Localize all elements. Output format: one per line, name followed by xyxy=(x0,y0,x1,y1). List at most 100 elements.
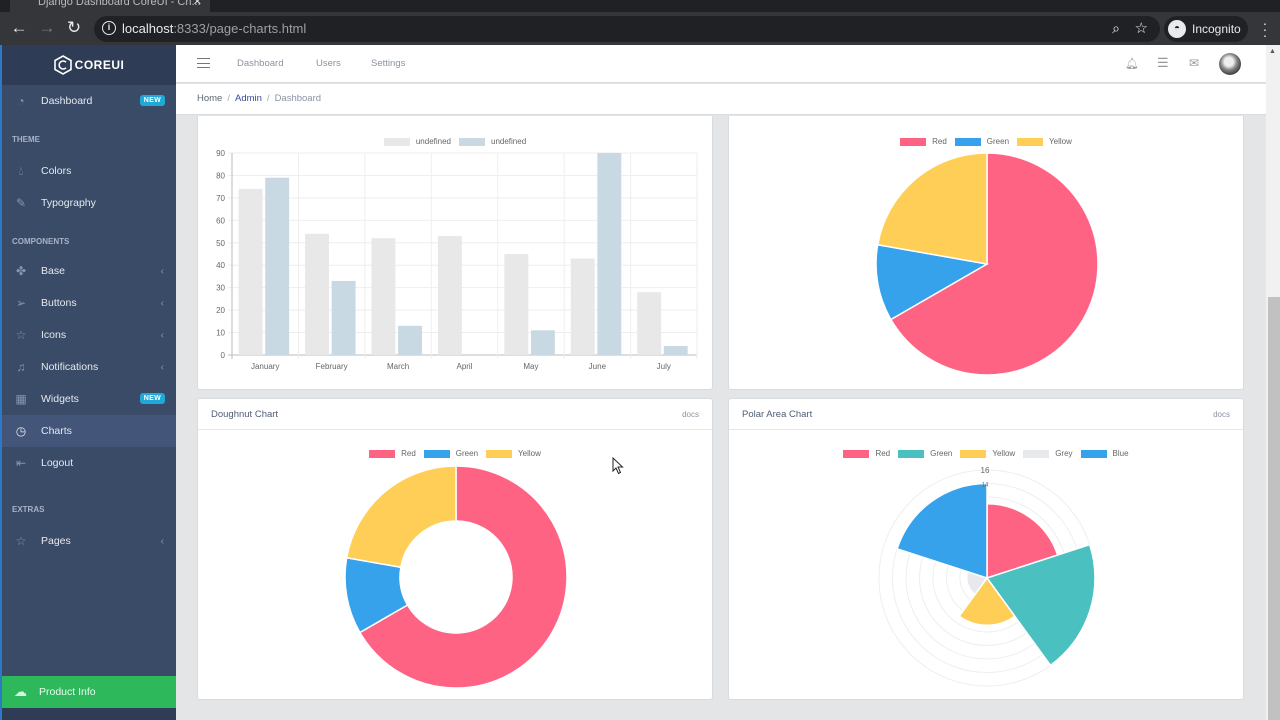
site-info-icon[interactable]: i xyxy=(102,21,116,35)
sidebar-item-label: Widgets xyxy=(41,393,79,405)
y-tick-label: 40 xyxy=(216,261,225,270)
bar[interactable] xyxy=(371,238,396,355)
bar[interactable] xyxy=(504,254,529,355)
bar[interactable] xyxy=(437,236,462,355)
close-tab-icon[interactable]: ✕ xyxy=(193,0,202,8)
brand-logo[interactable]: COREUI xyxy=(2,45,176,85)
forward-arrow-icon[interactable]: → xyxy=(36,17,58,39)
bar[interactable] xyxy=(530,330,555,355)
sidebar-item-buttons[interactable]: ➢ Buttons ‹ xyxy=(2,287,176,319)
y-tick-label: 20 xyxy=(216,306,225,315)
y-tick-label: 10 xyxy=(216,329,225,338)
sidebar-item-label: Pages xyxy=(41,535,71,547)
chevron-left-icon[interactable]: ‹ xyxy=(161,362,164,373)
logout-icon: ⇤ xyxy=(15,456,27,470)
bar[interactable] xyxy=(238,188,263,355)
menu-toggle-icon[interactable] xyxy=(197,58,210,68)
bar[interactable] xyxy=(663,346,688,355)
sidebar: COREUI ◔ Dashboard NEW THEME 💧︎ Colors ✎ Typogr… xyxy=(0,45,176,720)
x-tick-label: January xyxy=(251,362,279,371)
envelope-open-icon[interactable]: ✉ xyxy=(1189,56,1199,70)
page-scrollbar[interactable]: ▲ xyxy=(1266,45,1280,720)
chevron-left-icon[interactable]: ‹ xyxy=(161,330,164,341)
nav-section-title: THEME xyxy=(12,135,40,144)
drop-icon: 💧︎ xyxy=(18,164,24,178)
bar[interactable] xyxy=(265,177,290,355)
sidebar-item-dashboard[interactable]: ◔ Dashboard NEW xyxy=(2,85,176,117)
header-link-settings[interactable]: Settings xyxy=(371,58,405,69)
list-icon[interactable]: ☰ xyxy=(1157,55,1169,71)
bar[interactable] xyxy=(597,153,622,355)
y-tick-label: 50 xyxy=(216,239,225,248)
pencil-icon: ✎ xyxy=(15,196,27,210)
product-info-button[interactable]: ☁ Product Info xyxy=(2,676,176,708)
x-tick-label: February xyxy=(316,362,348,371)
star-icon: ☆ xyxy=(15,534,27,548)
sidebar-nav: ◔ Dashboard NEW THEME 💧︎ Colors ✎ Typography COM… xyxy=(2,85,176,557)
sidebar-item-logout[interactable]: ⇤ Logout xyxy=(2,447,176,479)
bell-icon: ♫ xyxy=(16,360,26,374)
url-text[interactable]: localhost:8333/page-charts.html xyxy=(122,21,306,36)
y-tick-label: 90 xyxy=(216,149,225,158)
sidebar-item-notifications[interactable]: ♫ Notifications ‹ xyxy=(2,351,176,383)
slice-yellow[interactable] xyxy=(876,152,988,265)
sidebar-item-colors[interactable]: 💧︎ Colors xyxy=(2,155,176,187)
browser-menu-icon[interactable]: · · · xyxy=(1260,16,1270,42)
bar[interactable] xyxy=(331,280,356,355)
sidebar-item-label: Charts xyxy=(41,425,72,437)
bar[interactable] xyxy=(305,233,329,355)
zoom-icon[interactable]: ⌕ xyxy=(1112,20,1120,37)
nav-section-title: EXTRAS xyxy=(12,505,45,514)
header-link-users[interactable]: Users xyxy=(316,58,341,69)
header-link-dashboard[interactable]: Dashboard xyxy=(237,58,283,69)
cloud-download-icon: ☁ xyxy=(14,684,27,699)
mouse-cursor-icon xyxy=(612,457,624,475)
pie-chart xyxy=(875,152,1099,376)
x-tick-label: May xyxy=(523,362,538,371)
sidebar-item-charts[interactable]: ◷ Charts xyxy=(2,415,176,447)
bar-chart: 0 10 20 30 40 50 60 70 80 90 January February March A… xyxy=(216,149,698,371)
polar-segment-blue[interactable] xyxy=(896,482,988,580)
browser-tab[interactable]: Django Dashboard CoreUI - Ch... ✕ xyxy=(10,0,210,12)
sidebar-item-icons[interactable]: ☆ Icons ‹ xyxy=(2,319,176,351)
chevron-left-icon[interactable]: ‹ xyxy=(161,266,164,277)
x-tick-label: March xyxy=(387,362,409,371)
bookmark-star-icon[interactable]: ☆ xyxy=(1135,19,1148,37)
radial-tick-label: 14 xyxy=(982,483,989,489)
app-header: Dashboard Users Settings 🔔︎ ☰ ✉ xyxy=(176,45,1266,83)
sidebar-item-base[interactable]: ✤ Base ‹ xyxy=(2,255,176,287)
scrollbar-thumb[interactable] xyxy=(1268,297,1280,720)
doughnut-chart xyxy=(344,465,568,689)
breadcrumb-admin[interactable]: Admin xyxy=(235,93,262,104)
slice-yellow[interactable] xyxy=(345,465,457,569)
doughnut-chart-card: Doughnut Chart docs Red Green Yellow xyxy=(197,398,713,700)
breadcrumb-current: Dashboard xyxy=(274,93,322,104)
breadcrumb-home[interactable]: Home xyxy=(197,93,222,104)
incognito-icon: ◓ xyxy=(1168,20,1186,38)
y-tick-label: 80 xyxy=(216,171,225,180)
sidebar-item-pages[interactable]: ☆ Pages ‹ xyxy=(2,525,176,557)
sidebar-item-label: Dashboard xyxy=(41,95,93,107)
incognito-button[interactable]: ◓ Incognito xyxy=(1164,16,1248,42)
user-avatar[interactable] xyxy=(1219,53,1241,75)
sidebar-item-typography[interactable]: ✎ Typography xyxy=(2,187,176,219)
sidebar-item-label: Typography xyxy=(41,197,96,209)
chevron-left-icon[interactable]: ‹ xyxy=(161,536,164,547)
address-bar[interactable]: i localhost:8333/page-charts.html ⌕ ☆ xyxy=(94,16,1160,42)
brand-name: COREUI xyxy=(74,58,125,72)
sidebar-item-label: Buttons xyxy=(41,297,77,309)
back-arrow-icon[interactable]: ← xyxy=(8,17,30,39)
bar[interactable] xyxy=(398,325,422,355)
scroll-up-icon[interactable]: ▲ xyxy=(1269,48,1276,55)
sidebar-item-label: Colors xyxy=(41,165,72,177)
bar[interactable] xyxy=(570,258,595,355)
bell-icon[interactable]: 🔔︎ xyxy=(1125,57,1139,70)
pie-chart-icon: ◷ xyxy=(15,424,27,438)
calculator-icon: ▦ xyxy=(15,392,27,406)
reload-icon[interactable]: ↻ xyxy=(63,17,85,39)
sidebar-item-widgets[interactable]: ▦ Widgets NEW xyxy=(2,383,176,415)
x-tick-label: April xyxy=(456,362,472,371)
bar[interactable] xyxy=(637,292,662,355)
sidebar-minimizer[interactable] xyxy=(2,708,176,720)
chevron-left-icon[interactable]: ‹ xyxy=(161,298,164,309)
